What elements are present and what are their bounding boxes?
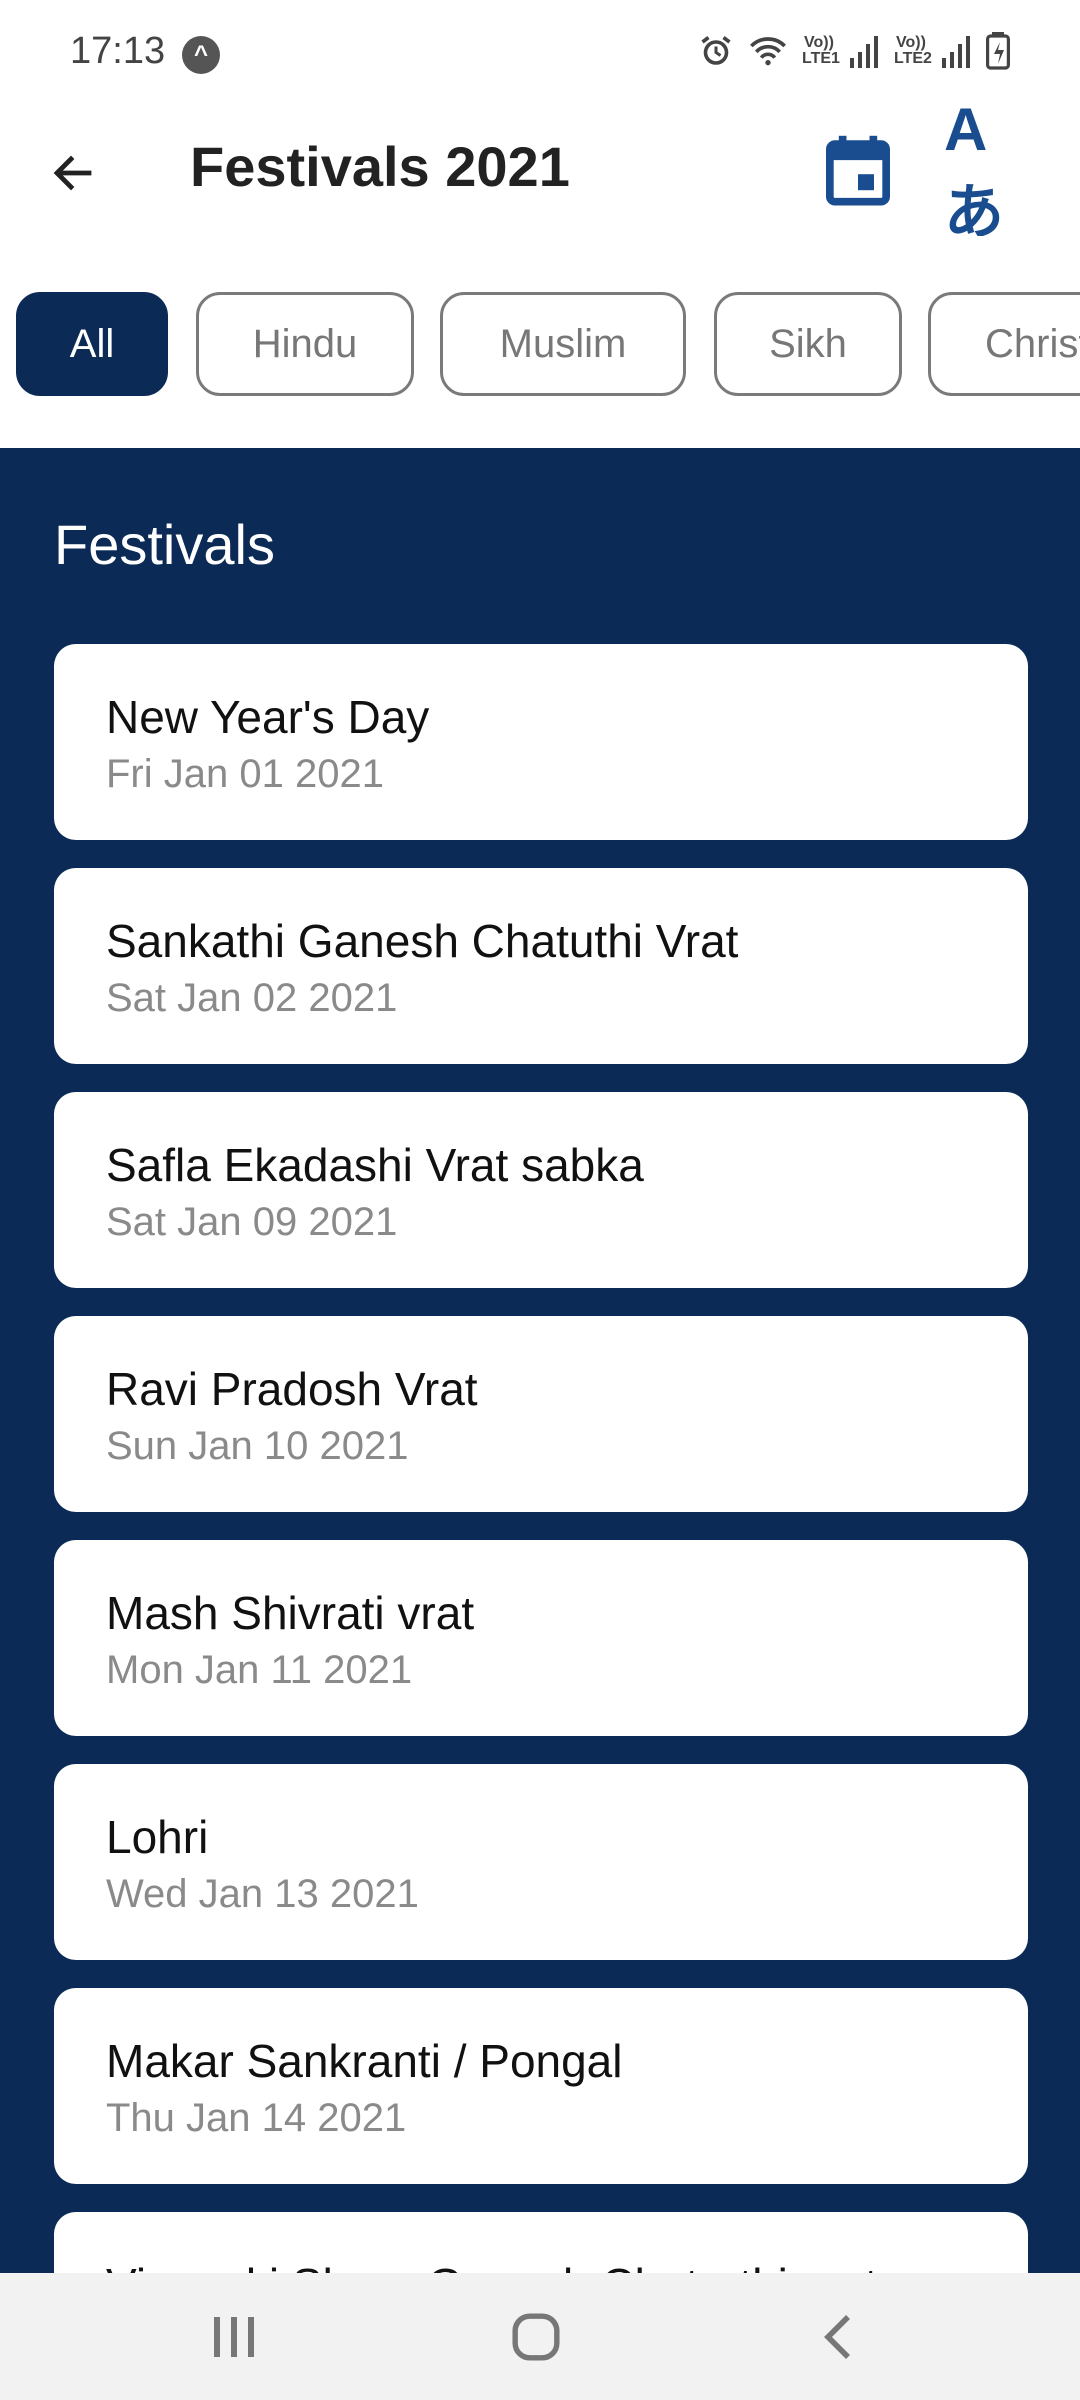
signal-1-icon xyxy=(850,34,880,68)
festival-card[interactable]: Vinayaki Shree Ganesh Chaturthi vrat xyxy=(54,2212,1028,2273)
status-time: 17:13 xyxy=(70,30,166,72)
translate-button[interactable]: Aあ xyxy=(944,96,1044,246)
festival-name: Sankathi Ganesh Chatuthi Vrat xyxy=(106,915,739,967)
translate-icon: Aあ xyxy=(944,96,1004,246)
festival-date: Mon Jan 11 2021 xyxy=(106,1648,413,1692)
festival-name: Ravi Pradosh Vrat xyxy=(106,1363,478,1415)
home-button[interactable] xyxy=(486,2299,586,2375)
festival-card[interactable]: Mash Shivrati vrat Mon Jan 11 2021 xyxy=(54,1540,1028,1736)
festival-card[interactable]: Lohri Wed Jan 13 2021 xyxy=(54,1764,1028,1960)
sim2-label: Vo)) LTE2 xyxy=(894,34,932,67)
calendar-icon xyxy=(826,135,890,206)
filter-chip-all[interactable]: All xyxy=(16,292,168,396)
back-button[interactable] xyxy=(38,138,108,208)
category-filter-bar: All Hindu Muslim Sikh Christ xyxy=(0,236,1080,448)
recents-button[interactable] xyxy=(184,2299,284,2375)
home-icon xyxy=(512,2313,560,2361)
festival-name: Lohri xyxy=(106,1811,209,1863)
back-chevron-icon xyxy=(824,2315,850,2359)
back-nav-button[interactable] xyxy=(788,2299,888,2375)
battery-icon xyxy=(986,32,1010,70)
festival-date: Sat Jan 02 2021 xyxy=(106,976,398,1020)
festival-name: Makar Sankranti / Pongal xyxy=(106,2035,623,2087)
festival-date: Fri Jan 01 2021 xyxy=(106,752,384,796)
filter-chip-hindu[interactable]: Hindu xyxy=(196,292,414,396)
page-title: Festivals 2021 xyxy=(190,135,570,198)
sim1-label: Vo)) LTE1 xyxy=(802,34,840,67)
festival-date: Wed Jan 13 2021 xyxy=(106,1872,419,1916)
filter-chip-muslim[interactable]: Muslim xyxy=(440,292,686,396)
festival-card[interactable]: New Year's Day Fri Jan 01 2021 xyxy=(54,644,1028,840)
recents-icon xyxy=(214,2317,254,2357)
app-bar: Festivals 2021 Aあ xyxy=(0,96,1080,246)
wifi-icon xyxy=(748,33,788,69)
status-icons: Vo)) LTE1 Vo)) LTE2 xyxy=(698,32,1010,70)
section-title: Festivals xyxy=(54,513,275,576)
system-nav-bar xyxy=(0,2273,1080,2400)
calendar-button[interactable] xyxy=(820,126,896,216)
notification-icon: ^ xyxy=(182,36,220,74)
status-bar: 17:13 ^ Vo)) LTE1 Vo)) LTE2 xyxy=(0,0,1080,110)
filter-chip-christian[interactable]: Christ xyxy=(928,292,1080,396)
festival-card[interactable]: Sankathi Ganesh Chatuthi Vrat Sat Jan 02… xyxy=(54,868,1028,1064)
festival-name: New Year's Day xyxy=(106,691,430,743)
festival-name: Safla Ekadashi Vrat sabka xyxy=(106,1139,644,1191)
festival-card[interactable]: Makar Sankranti / Pongal Thu Jan 14 2021 xyxy=(54,1988,1028,2184)
festival-date: Sun Jan 10 2021 xyxy=(106,1424,409,1468)
festival-date: Thu Jan 14 2021 xyxy=(106,2096,407,2140)
filter-chip-sikh[interactable]: Sikh xyxy=(714,292,902,396)
festival-name: Mash Shivrati vrat xyxy=(106,1587,475,1639)
arrow-left-icon xyxy=(53,155,92,191)
festival-card[interactable]: Safla Ekadashi Vrat sabka Sat Jan 09 202… xyxy=(54,1092,1028,1288)
festival-date: Sat Jan 09 2021 xyxy=(106,1200,398,1244)
festivals-panel: Festivals New Year's Day Fri Jan 01 2021… xyxy=(0,448,1080,2273)
signal-2-icon xyxy=(942,34,972,68)
alarm-icon xyxy=(698,33,734,69)
festival-name: Vinayaki Shree Ganesh Chaturthi vrat xyxy=(106,2258,877,2273)
festival-card[interactable]: Ravi Pradosh Vrat Sun Jan 10 2021 xyxy=(54,1316,1028,1512)
